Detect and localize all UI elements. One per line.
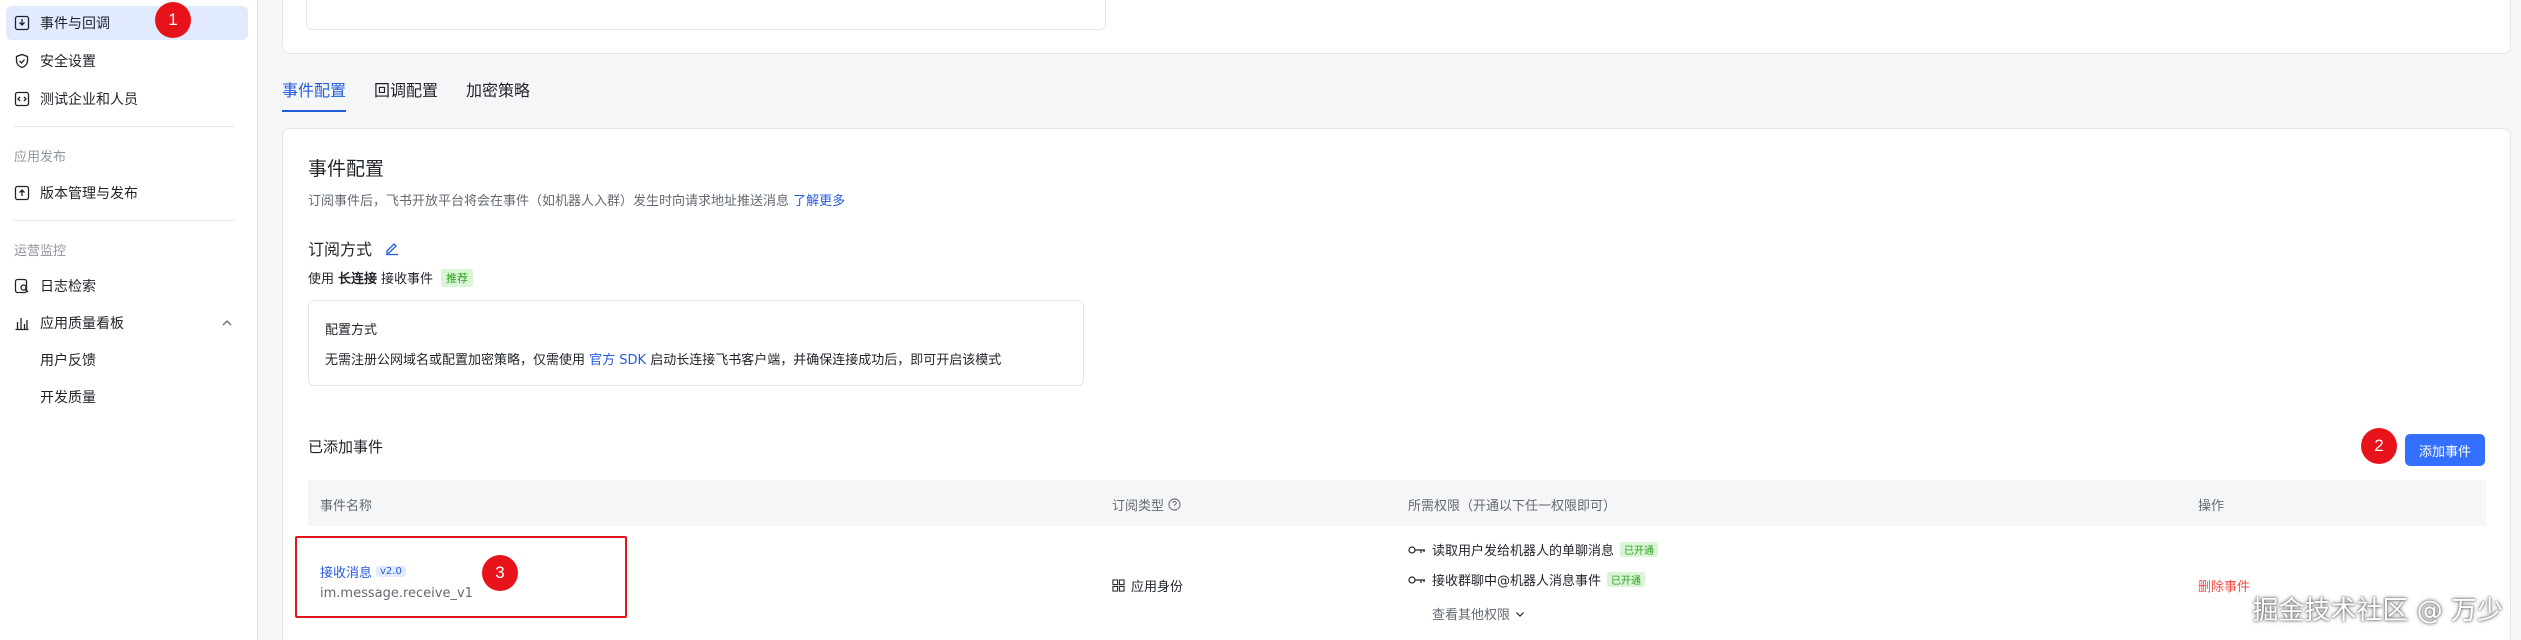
- view-more-permissions[interactable]: 查看其他权限: [1432, 604, 1526, 623]
- code-box-icon: [14, 91, 30, 107]
- subscription-mode-title: 订阅方式: [308, 240, 373, 259]
- permission-status-tag: 已开通: [1620, 542, 1659, 557]
- table-row: 接收消息 v2.0 im.message.receive_v1 应用身份 读取用…: [308, 526, 2486, 640]
- subscription-mode-header: 订阅方式: [308, 236, 400, 260]
- added-events-title: 已添加事件: [308, 438, 384, 456]
- key-icon: [1408, 575, 1425, 584]
- edit-icon[interactable]: [384, 240, 400, 256]
- watermark: 掘金技术社区 @ 万少: [2252, 596, 2503, 626]
- learn-more-link[interactable]: 了解更多: [793, 194, 845, 209]
- permission-item: 接收群聊中@机器人消息事件 已开通: [1408, 570, 1646, 589]
- sidebar-item-quality-board[interactable]: 应用质量看板: [6, 306, 248, 340]
- sidebar-item-version[interactable]: 版本管理与发布: [6, 176, 248, 210]
- tab-bar: 事件配置 回调配置 加密策略: [282, 76, 530, 116]
- app-grid-icon: [1112, 579, 1125, 592]
- sidebar-item-security[interactable]: 安全设置: [6, 44, 248, 78]
- description-text: 订阅事件后，飞书开放平台将会在事件（如机器人入群）发生时向请求地址推送消息: [308, 194, 790, 209]
- sidebar-item-label: 版本管理与发布: [40, 186, 138, 202]
- add-event-button[interactable]: 添加事件: [2405, 434, 2485, 466]
- delete-event-link[interactable]: 删除事件: [2198, 576, 2250, 595]
- sidebar-item-user-feedback[interactable]: 用户反馈: [6, 343, 248, 377]
- highlight-box: [295, 536, 627, 618]
- annotation-marker: 1: [155, 2, 191, 38]
- tab-event-config[interactable]: 事件配置: [282, 76, 347, 116]
- section-description: 订阅事件后，飞书开放平台将会在事件（如机器人入群）发生时向请求地址推送消息 了解…: [308, 190, 845, 209]
- config-desc-post: 启动长连接飞书客户端，并确保连接成功后，即可开启该模式: [650, 353, 1002, 368]
- official-sdk-link[interactable]: 官方 SDK: [589, 353, 646, 368]
- sidebar-item-label: 用户反馈: [40, 353, 96, 369]
- use-suffix: 接收事件: [381, 272, 434, 287]
- sidebar-item-label: 开发质量: [40, 390, 96, 406]
- permission-label: 接收群聊中@机器人消息事件: [1432, 574, 1602, 589]
- column-header-label: 订阅类型: [1112, 499, 1165, 514]
- section-title: 事件配置: [308, 158, 385, 180]
- permission-label: 读取用户发给机器人的单聊消息: [1432, 544, 1615, 559]
- sidebar-item-label: 事件与回调: [40, 16, 110, 32]
- sidebar-divider: [14, 220, 234, 221]
- table-header: 事件名称 订阅类型 所需权限（开通以下任一权限即可） 操作: [308, 480, 2486, 526]
- config-desc-pre: 无需注册公网域名或配置加密策略，仅需使用: [325, 353, 586, 368]
- column-header-sub-type: 订阅类型: [1112, 495, 1181, 514]
- sidebar-divider: [14, 126, 234, 127]
- long-connection-label: 长连接: [338, 272, 378, 287]
- sidebar-item-label: 应用质量看板: [40, 316, 124, 332]
- log-search-icon: [14, 278, 30, 294]
- upload-box-icon: [14, 185, 30, 201]
- sidebar-item-label: 测试企业和人员: [40, 92, 138, 108]
- tab-encryption[interactable]: 加密策略: [466, 76, 530, 116]
- sidebar: 事件与回调 安全设置 测试企业和人员 应用发布 版本管理与发布 运营监控 日志检…: [0, 0, 258, 640]
- chevron-down-icon: [1516, 611, 1524, 617]
- sidebar-section-monitor: 运营监控: [14, 244, 67, 259]
- config-method-desc: 无需注册公网域名或配置加密策略，仅需使用 官方 SDK 启动长连接飞书客户端，并…: [325, 349, 1001, 368]
- config-method-title: 配置方式: [325, 323, 378, 338]
- sidebar-item-label: 安全设置: [40, 54, 96, 70]
- use-prefix: 使用: [308, 272, 335, 287]
- recommended-tag: 推荐: [441, 268, 474, 287]
- key-icon: [1408, 545, 1425, 554]
- subscription-type-label: 应用身份: [1131, 580, 1184, 595]
- box-arrow-icon: [14, 15, 30, 31]
- sidebar-item-test-enterprise[interactable]: 测试企业和人员: [6, 82, 248, 116]
- column-header-event-name: 事件名称: [320, 499, 373, 514]
- sidebar-item-dev-quality[interactable]: 开发质量: [6, 380, 248, 414]
- bar-chart-icon: [14, 315, 30, 331]
- connection-mode-line: 使用 长连接 接收事件 推荐: [308, 268, 474, 287]
- annotation-marker: 3: [482, 555, 518, 591]
- annotation-marker: 2: [2361, 428, 2397, 464]
- sidebar-item-log-search[interactable]: 日志检索: [6, 269, 248, 303]
- column-header-permissions: 所需权限（开通以下任一权限即可）: [1408, 499, 1617, 514]
- tab-callback-config[interactable]: 回调配置: [374, 76, 438, 116]
- permission-item: 读取用户发给机器人的单聊消息 已开通: [1408, 540, 1659, 559]
- top-card-inner: [306, 0, 1106, 30]
- chevron-up-icon[interactable]: [220, 316, 234, 330]
- subscription-type: 应用身份: [1112, 576, 1183, 595]
- view-more-label: 查看其他权限: [1432, 608, 1511, 623]
- column-header-actions: 操作: [2198, 499, 2225, 514]
- config-method-box: 配置方式 无需注册公网域名或配置加密策略，仅需使用 官方 SDK 启动长连接飞书…: [308, 300, 1084, 386]
- permission-status-tag: 已开通: [1607, 572, 1646, 587]
- shield-icon: [14, 53, 30, 69]
- help-circle-icon[interactable]: [1168, 498, 1181, 511]
- sidebar-item-events-callbacks[interactable]: 事件与回调: [6, 6, 248, 40]
- sidebar-section-publish: 应用发布: [14, 150, 67, 165]
- sidebar-item-label: 日志检索: [40, 279, 96, 295]
